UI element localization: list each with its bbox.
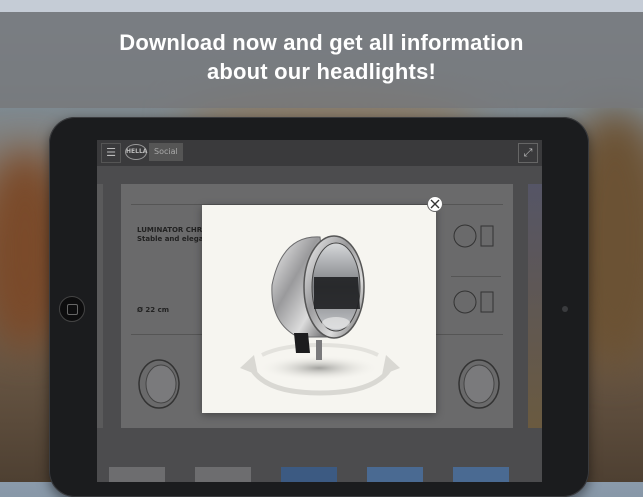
page-thumbnail[interactable] [367,467,423,482]
expand-icon[interactable]: ⤢ [518,143,538,163]
home-button[interactable] [59,296,85,322]
divider [451,276,501,277]
lamp-drawing [453,290,494,314]
headlight-3d-image[interactable] [202,205,436,413]
page-thumbnail-strip [97,465,542,482]
headline-line-1: Download now and get all information [119,30,524,55]
page-thumbnail[interactable] [109,467,165,482]
top-strip [0,0,643,12]
social-button[interactable]: Social [149,143,183,161]
app-toolbar: ☰ HELLA Social ⤢ [97,140,542,166]
hamburger-icon[interactable]: ☰ [101,143,121,163]
hella-logo: HELLA [125,144,147,160]
product-viewer-modal [202,205,436,413]
close-icon[interactable] [427,196,443,212]
camera-icon [562,306,568,312]
doc-size-label: Ø 22 cm [137,306,170,314]
doc-subtitle: Stable and elegant [137,235,212,243]
headline-line-2: about our headlights! [206,59,437,84]
page-thumbnail[interactable] [281,467,337,482]
page-thumbnail[interactable] [195,467,251,482]
next-page-edge [528,184,542,428]
lamp-drawing [453,224,494,248]
lamp-thumbnail [458,359,500,409]
page-thumbnail[interactable] [453,467,509,482]
lamp-thumbnail [138,359,180,409]
promo-headline: Download now and get all information abo… [0,28,643,86]
prev-page-edge [97,184,103,428]
